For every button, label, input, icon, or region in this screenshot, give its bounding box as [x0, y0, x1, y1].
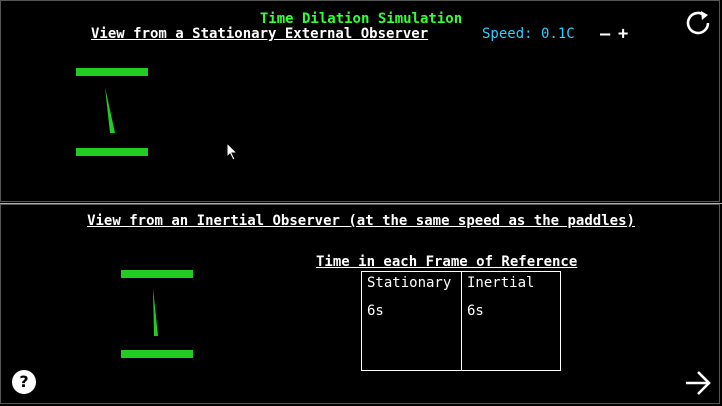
bottom-upper-paddle [121, 270, 193, 278]
speed-decrease-button[interactable]: – [600, 26, 610, 43]
top-lower-paddle [76, 148, 148, 156]
inertial-column-header: Inertial [467, 275, 535, 291]
stationary-column-header: Stationary [367, 275, 452, 291]
inertial-time-value: 6s [467, 303, 484, 319]
inertial-column: Inertial 6s [461, 272, 560, 370]
inertial-view-panel [0, 204, 720, 404]
arrow-right-icon[interactable] [684, 370, 712, 396]
reset-icon[interactable] [684, 9, 712, 37]
time-table-caption: Time in each Frame of Reference [316, 254, 578, 270]
simulation-title: Time Dilation Simulation [259, 11, 463, 27]
help-icon[interactable]: ? [12, 370, 36, 394]
time-table: Stationary 6s Inertial 6s [361, 271, 561, 371]
cursor-icon [226, 142, 239, 161]
stationary-column: Stationary 6s [362, 272, 461, 370]
inertial-observer-label: View from an Inertial Observer (at the s… [87, 213, 635, 229]
stationary-observer-label: View from a Stationary External Observer [91, 26, 429, 42]
bottom-lower-paddle [121, 350, 193, 358]
speed-readout: Speed: 0.1C [482, 26, 575, 42]
top-light-pulse [105, 87, 115, 133]
stationary-time-value: 6s [367, 303, 384, 319]
bottom-light-pulse [153, 288, 158, 336]
top-upper-paddle [76, 68, 148, 76]
speed-increase-button[interactable]: + [618, 26, 628, 43]
